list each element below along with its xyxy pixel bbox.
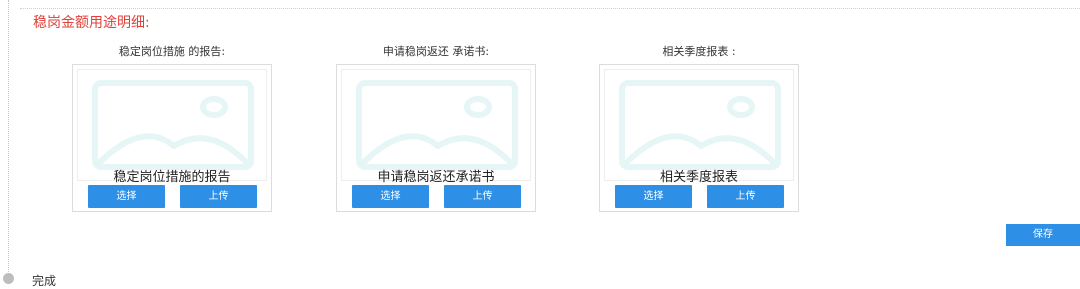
section-divider [20,8,1080,9]
upload-button[interactable]: 上传 [180,185,257,208]
image-placeholder-icon [619,80,781,170]
upload-button[interactable]: 上传 [707,185,784,208]
panel-caption-commitment: 申请稳岗返还 承诺书: [382,45,490,58]
save-button[interactable]: 保存 [1006,224,1080,246]
upload-button[interactable]: 上传 [444,185,521,208]
upload-card-report: 稳定岗位措施的报告 选择 上传 [72,64,272,212]
image-preview[interactable]: 申请稳岗返还承诺书 [341,69,531,185]
preview-label: 申请稳岗返还承诺书 [377,170,495,185]
select-button[interactable]: 选择 [88,185,165,208]
select-button[interactable]: 选择 [352,185,429,208]
panel-caption-report: 稳定岗位措施 的报告: [118,45,226,58]
image-placeholder-icon [356,80,518,170]
step-dot [3,273,14,284]
upload-card-quarterly: 相关季度报表 选择 上传 [599,64,799,212]
timeline-line [8,0,9,272]
image-preview[interactable]: 稳定岗位措施的报告 [77,69,267,185]
preview-label: 稳定岗位措施的报告 [113,170,231,185]
upload-card-commitment: 申请稳岗返还承诺书 选择 上传 [336,64,536,212]
select-button[interactable]: 选择 [615,185,692,208]
preview-label: 相关季度报表 [659,170,738,185]
panel-caption-quarterly: 相关季度报表 : [662,45,736,58]
step-label-complete: 完成 [32,274,57,288]
image-preview[interactable]: 相关季度报表 [604,69,794,185]
image-placeholder-icon [92,80,254,170]
section-title: 稳岗金额用途明细: [33,15,150,31]
